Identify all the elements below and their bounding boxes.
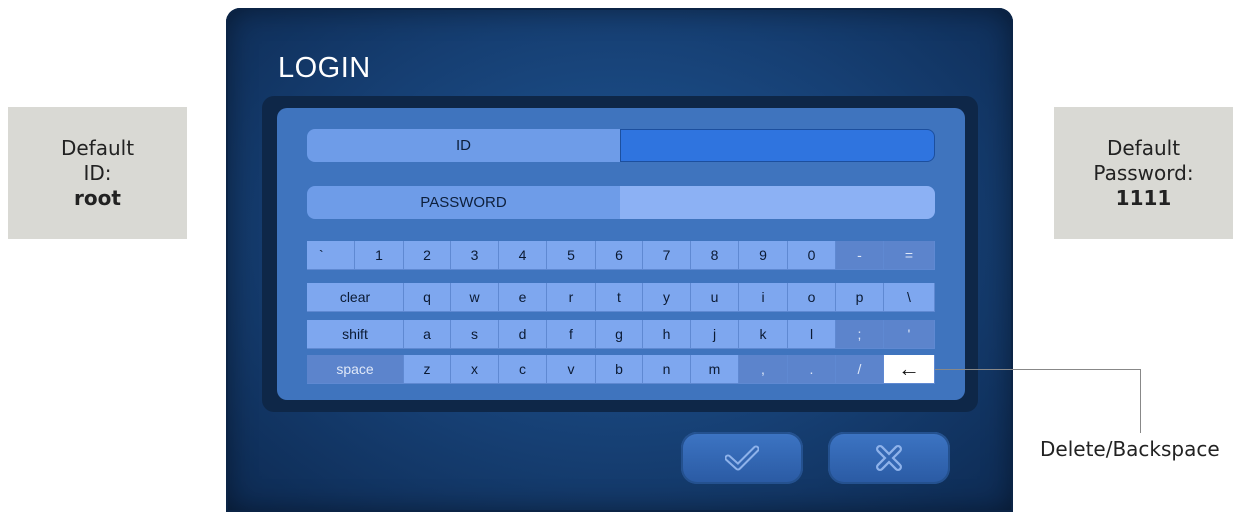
key[interactable]: s	[451, 320, 499, 349]
checkmark-icon	[725, 445, 759, 471]
dialog-title: LOGIN	[278, 52, 371, 84]
key[interactable]: u	[691, 283, 739, 312]
key[interactable]: r	[547, 283, 596, 312]
default-password-callout: Default Password: 1111	[1054, 107, 1233, 239]
default-id-value: root	[74, 185, 121, 210]
key[interactable]: z	[404, 355, 451, 384]
clear-key[interactable]: clear	[307, 283, 404, 312]
key[interactable]: \	[884, 283, 935, 312]
backspace-annotation-label: Delete/Backspace	[1040, 437, 1220, 461]
default-id-line1: Default	[60, 135, 135, 160]
key[interactable]: m	[691, 355, 739, 384]
backspace-key[interactable]: ←	[884, 355, 935, 384]
confirm-button[interactable]	[681, 432, 803, 484]
key[interactable]: 1	[355, 241, 404, 270]
key[interactable]: a	[404, 320, 451, 349]
key[interactable]: h	[643, 320, 691, 349]
key[interactable]: y	[643, 283, 691, 312]
key[interactable]: =	[884, 241, 935, 270]
default-password-line2: Password:	[1093, 160, 1194, 185]
key[interactable]: ;	[836, 320, 884, 349]
key[interactable]: p	[836, 283, 884, 312]
key[interactable]: 2	[404, 241, 451, 270]
key[interactable]: 7	[643, 241, 691, 270]
id-field-label: ID	[307, 129, 620, 162]
key[interactable]: `	[307, 241, 355, 270]
key[interactable]: j	[691, 320, 739, 349]
key[interactable]: 4	[499, 241, 547, 270]
default-id-callout: Default ID: root	[8, 107, 187, 239]
default-password-line1: Default	[1106, 135, 1181, 160]
id-input[interactable]	[620, 129, 935, 162]
key[interactable]: 8	[691, 241, 739, 270]
key[interactable]: d	[499, 320, 547, 349]
backspace-pointer-line	[935, 369, 1141, 370]
key[interactable]: g	[596, 320, 643, 349]
key[interactable]: v	[547, 355, 596, 384]
key[interactable]: -	[836, 241, 884, 270]
cancel-button[interactable]	[828, 432, 950, 484]
key[interactable]: c	[499, 355, 547, 384]
key[interactable]: .	[788, 355, 836, 384]
key[interactable]: t	[596, 283, 643, 312]
key[interactable]: w	[451, 283, 499, 312]
space-key[interactable]: space	[307, 355, 404, 384]
default-password-value: 1111	[1115, 185, 1172, 210]
key[interactable]: n	[643, 355, 691, 384]
key[interactable]: /	[836, 355, 884, 384]
password-input[interactable]	[620, 186, 935, 219]
key[interactable]: b	[596, 355, 643, 384]
default-id-line2: ID:	[83, 160, 112, 185]
key[interactable]: 6	[596, 241, 643, 270]
key[interactable]: l	[788, 320, 836, 349]
key[interactable]: 3	[451, 241, 499, 270]
close-x-icon	[876, 445, 902, 471]
shift-key[interactable]: shift	[307, 320, 404, 349]
key[interactable]: ,	[739, 355, 788, 384]
key[interactable]: o	[788, 283, 836, 312]
key[interactable]: 9	[739, 241, 788, 270]
key[interactable]: e	[499, 283, 547, 312]
backspace-pointer-line-vertical	[1140, 369, 1141, 433]
key[interactable]: k	[739, 320, 788, 349]
key[interactable]: q	[404, 283, 451, 312]
password-field-label: PASSWORD	[307, 186, 620, 219]
key[interactable]: x	[451, 355, 499, 384]
key[interactable]: i	[739, 283, 788, 312]
key[interactable]: 5	[547, 241, 596, 270]
key[interactable]: '	[884, 320, 935, 349]
key[interactable]: f	[547, 320, 596, 349]
key[interactable]: 0	[788, 241, 836, 270]
